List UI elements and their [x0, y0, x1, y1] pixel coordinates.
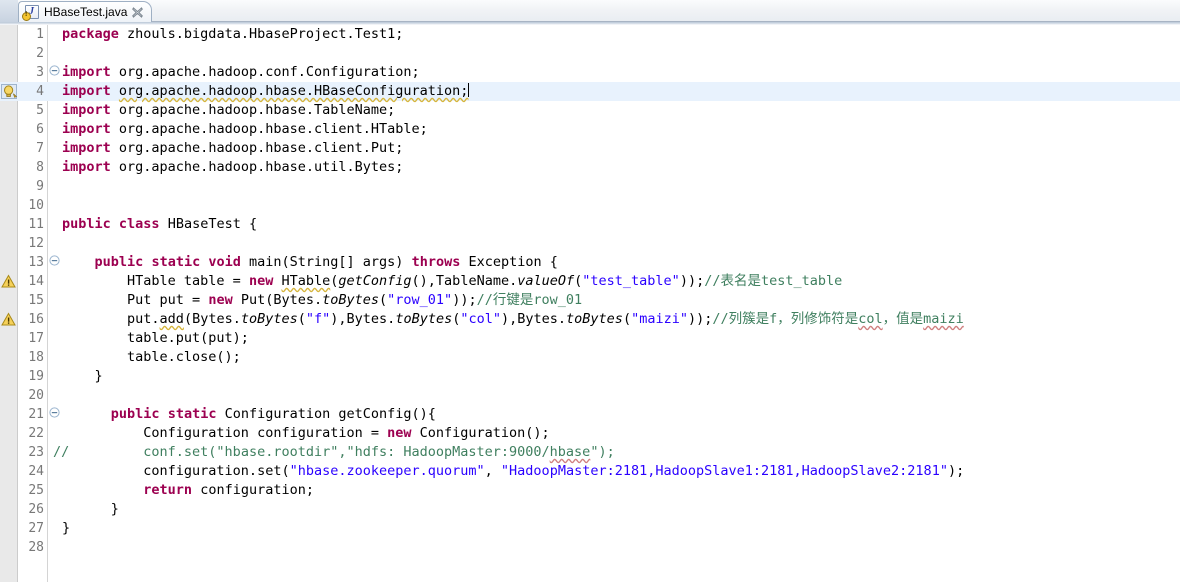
code-line[interactable]: 2	[0, 44, 1180, 63]
code-line[interactable]: 5 import org.apache.hadoop.hbase.TableNam…	[0, 101, 1180, 120]
code-line[interactable]: 28	[0, 538, 1180, 557]
code-line-content[interactable]: }	[62, 500, 119, 519]
code-line[interactable]: 4 import org.apache.hadoop.hbase.HBaseCon…	[0, 82, 1180, 101]
code-line[interactable]: 25 return configuration;	[0, 481, 1180, 500]
code-line-content[interactable]: import org.apache.hadoop.hbase.util.Byte…	[62, 158, 403, 177]
line-number: 26	[28, 502, 44, 517]
line-number: 27	[28, 521, 44, 536]
code-line-content[interactable]: Configuration configuration = new Config…	[62, 424, 549, 443]
editor-tab-hbasetest-java[interactable]: J HBaseTest.java	[18, 1, 153, 22]
code-line-content[interactable]: public static void main(String[] args) t…	[62, 253, 558, 272]
code-text-area[interactable]: 1 package zhouls.bigdata.HbaseProject.Tes…	[0, 25, 1180, 582]
code-line-content[interactable]: configuration.set("hbase.zookeeper.quoru…	[62, 462, 964, 481]
code-line-content[interactable]: conf.set("hbase.rootdir","hdfs: HadoopMa…	[62, 443, 614, 462]
code-line-content[interactable]: }	[62, 367, 103, 386]
line-number: 13	[28, 255, 44, 270]
code-line[interactable]: 14 HTable table = new HTable(getConfig()…	[0, 272, 1180, 291]
code-line-content[interactable]: public class HBaseTest {	[62, 215, 257, 234]
code-line[interactable]: 16 put.add(Bytes.toBytes("f"),Bytes.toBy…	[0, 310, 1180, 329]
warning-marker-icon[interactable]	[1, 274, 17, 289]
code-line[interactable]: 7 import org.apache.hadoop.hbase.client.P…	[0, 139, 1180, 158]
code-line[interactable]: 23// conf.set("hbase.rootdir","hdfs: Had…	[0, 443, 1180, 462]
line-number: 11	[28, 217, 44, 232]
line-number: 28	[28, 540, 44, 555]
code-editor[interactable]: 1 package zhouls.bigdata.HbaseProject.Tes…	[0, 25, 1180, 582]
code-line[interactable]: 22 Configuration configuration = new Con…	[0, 424, 1180, 443]
code-line[interactable]: 8 import org.apache.hadoop.hbase.util.Byt…	[0, 158, 1180, 177]
line-number: 2	[36, 46, 44, 61]
code-line[interactable]: 13 public static void main(String[] args…	[0, 253, 1180, 272]
editor-tab-bar: J HBaseTest.java	[0, 0, 1180, 23]
editor-tab-label: HBaseTest.java	[44, 5, 128, 19]
code-line-content[interactable]: import org.apache.hadoop.hbase.HBaseConf…	[62, 82, 470, 101]
code-line[interactable]: 27}	[0, 519, 1180, 538]
warning-badge-icon	[22, 11, 31, 21]
code-line-content[interactable]: HTable table = new HTable(getConfig(),Ta…	[62, 272, 842, 291]
code-line[interactable]: 9	[0, 177, 1180, 196]
code-line-content[interactable]: return configuration;	[62, 481, 314, 500]
code-line[interactable]: 3 import org.apache.hadoop.conf.Configura…	[0, 63, 1180, 82]
code-line[interactable]: 20	[0, 386, 1180, 405]
line-number: 1	[36, 27, 44, 42]
code-line[interactable]: 18 table.close();	[0, 348, 1180, 367]
code-line-content[interactable]: put.add(Bytes.toBytes("f"),Bytes.toBytes…	[62, 310, 964, 329]
code-line[interactable]: 6 import org.apache.hadoop.hbase.client.H…	[0, 120, 1180, 139]
warning-marker-icon[interactable]	[1, 312, 17, 327]
line-number: 16	[28, 312, 44, 327]
line-number: 21	[28, 407, 44, 422]
line-number: 7	[36, 141, 44, 156]
line-number: 10	[28, 198, 44, 213]
code-line-content[interactable]: public static Configuration getConfig(){	[62, 405, 436, 424]
code-line-content[interactable]: package zhouls.bigdata.HbaseProject.Test…	[62, 25, 403, 44]
code-line-content[interactable]: Put put = new Put(Bytes.toBytes("row_01"…	[62, 291, 582, 310]
line-number: 25	[28, 483, 44, 498]
line-number: 22	[28, 426, 44, 441]
code-line[interactable]: 17 table.put(put);	[0, 329, 1180, 348]
line-number: 18	[28, 350, 44, 365]
fold-collapse-icon[interactable]	[48, 63, 60, 82]
line-number: 3	[36, 65, 44, 80]
code-line-content[interactable]: import org.apache.hadoop.hbase.client.HT…	[62, 120, 428, 139]
line-number: 6	[36, 122, 44, 137]
line-number: 8	[36, 160, 44, 175]
line-number: 15	[28, 293, 44, 308]
line-number: 23	[28, 445, 44, 460]
line-number: 9	[36, 179, 44, 194]
line-number: 5	[36, 103, 44, 118]
line-number: 17	[28, 331, 44, 346]
fold-collapse-icon[interactable]	[48, 405, 60, 424]
line-number: 20	[28, 388, 44, 403]
code-line[interactable]: 12	[0, 234, 1180, 253]
code-line-content[interactable]: import org.apache.hadoop.hbase.client.Pu…	[62, 139, 403, 158]
code-line-content[interactable]: }	[62, 519, 70, 538]
code-line-content[interactable]: table.close();	[62, 348, 241, 367]
line-number: 12	[28, 236, 44, 251]
code-line[interactable]: 24 configuration.set("hbase.zookeeper.qu…	[0, 462, 1180, 481]
eclipse-java-editor-window: J HBaseTest.java 1 package zhouls.bigdata…	[0, 0, 1180, 582]
line-number: 24	[28, 464, 44, 479]
line-number: 4	[18, 82, 44, 101]
code-line-content[interactable]: table.put(put);	[62, 329, 249, 348]
fold-collapse-icon[interactable]	[48, 253, 60, 272]
code-line[interactable]: 1 package zhouls.bigdata.HbaseProject.Tes…	[0, 25, 1180, 44]
line-number: 14	[28, 274, 44, 289]
code-line[interactable]: 26 }	[0, 500, 1180, 519]
code-line[interactable]: 19 }	[0, 367, 1180, 386]
code-line-content[interactable]: import org.apache.hadoop.hbase.TableName…	[62, 101, 395, 120]
code-line[interactable]: 15 Put put = new Put(Bytes.toBytes("row_…	[0, 291, 1180, 310]
code-line-content[interactable]: import org.apache.hadoop.conf.Configurat…	[62, 63, 420, 82]
tab-bar-left-edge	[0, 0, 18, 23]
line-number: 19	[28, 369, 44, 384]
code-line[interactable]: 10	[0, 196, 1180, 215]
code-line[interactable]: 11 public class HBaseTest {	[0, 215, 1180, 234]
quickfix-bulb-icon[interactable]	[1, 84, 18, 99]
code-line[interactable]: 21 public static Configuration getConfig…	[0, 405, 1180, 424]
close-icon[interactable]	[132, 6, 144, 18]
java-file-icon: J	[22, 5, 39, 21]
